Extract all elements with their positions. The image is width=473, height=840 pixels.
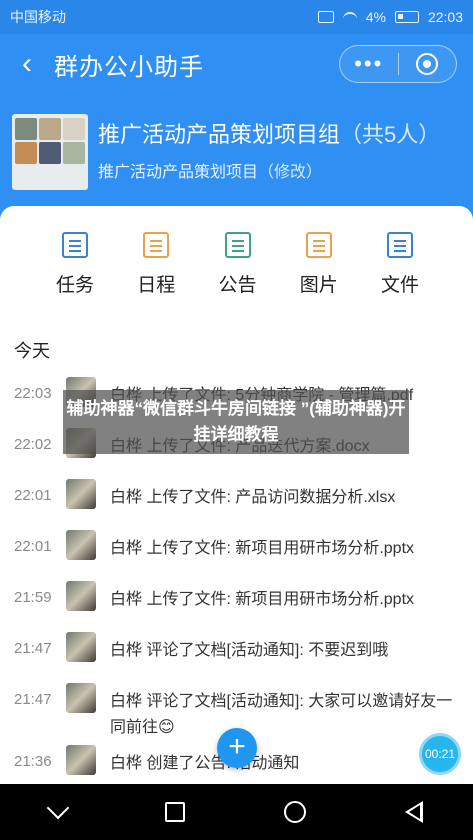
list-item[interactable]: 21:47 白桦 评论了文档[活动通知]: 不要迟到哦 [0,632,473,683]
more-button[interactable]: ••• [340,53,398,75]
tool-schedule[interactable]: 日程 [119,232,193,297]
feed-text: 白桦 创建了公告: 活动通知 [110,755,300,772]
group-description: 推广活动产品策划项目 [98,164,259,181]
avatar-tile [63,118,85,140]
avatar [66,745,96,775]
home-icon[interactable] [284,801,307,823]
feed-time: 21:59 [14,589,52,606]
task-list-icon [62,232,88,258]
recents-icon[interactable] [164,802,185,822]
tool-images[interactable]: 图片 [282,232,356,297]
list-item[interactable]: 22:01 白桦 上传了文件: 产品访问数据分析.xlsx [0,479,473,530]
watermark-overlay: 辅助神器“微信群斗牛房间链接 ”(辅助神器)开挂详细教程 [63,390,409,454]
status-icons: 4% 22:03 [317,9,463,25]
tool-label: 任务 [55,275,94,296]
carrier-label: 中国移动 [10,9,66,25]
avatar [66,581,96,611]
nav-bar: ‹ 群办公小助手 ••• [0,34,473,94]
group-header[interactable]: 推广活动产品策划项目组（共5人） 推广活动产品策划项目（修改） [12,114,462,190]
avatar-tile [39,142,61,164]
section-title-today: 今天 [14,341,50,361]
feed-time: 22:01 [14,538,52,555]
feed-time: 22:02 [14,436,52,453]
timer-badge[interactable]: 00:21 [419,733,461,775]
group-name: 推广活动产品策划项目组（共5人） [98,120,440,150]
tool-label: 图片 [299,275,338,296]
file-icon [387,232,413,258]
calendar-icon [143,232,170,258]
content-panel: 任务 日程 公告 图片 文件 今天 22:03 白桦 上传了文件: 5分钟商学院… [0,206,473,784]
tool-tasks[interactable]: 任务 [38,232,112,297]
battery-percent: 4% [365,9,386,25]
tool-label: 文件 [380,275,419,296]
list-item[interactable]: 21:59 白桦 上传了文件: 新项目用研市场分析.pptx [0,581,473,632]
status-bar: 中国移动 4% 22:03 [0,0,473,34]
avatar [66,479,96,509]
announcement-icon [224,232,251,258]
page-title: 群办公小助手 [54,53,204,81]
avatar-tile [39,118,61,140]
feed-text: 白桦 评论了文档[活动通知]: 不要迟到哦 [110,642,389,659]
feed-text: 白桦 评论了文档[活动通知]: 大家可以邀请好友一同前往😊 [110,693,453,736]
chevron-left-icon: ‹ [22,47,32,80]
avatar-tile [63,142,85,164]
clock: 22:03 [427,9,463,25]
image-icon [305,232,332,258]
add-button[interactable]: + [217,728,257,768]
group-info: 推广活动产品策划项目组（共5人） 推广活动产品策划项目（修改） [98,114,440,190]
battery-icon [394,11,419,23]
cast-icon [317,11,334,23]
avatar [66,530,96,560]
back-icon[interactable] [405,801,424,823]
feed-text: 白桦 上传了文件: 产品访问数据分析.xlsx [110,489,396,506]
tool-announcement[interactable]: 公告 [201,232,275,297]
tool-label: 公告 [218,275,257,296]
system-nav-bar [0,784,473,840]
tool-label: 日程 [137,275,176,296]
group-title: 推广活动产品策划项目组 [98,122,341,147]
feed-time: 22:03 [14,385,52,402]
feed-time: 21:47 [14,640,52,657]
feed-text: 白桦 上传了文件: 新项目用研市场分析.pptx [110,591,415,608]
back-button[interactable]: ‹ [0,34,54,94]
feed-text: 白桦 上传了文件: 新项目用研市场分析.pptx [110,540,415,557]
tool-files[interactable]: 文件 [363,232,437,297]
target-icon [416,53,439,75]
group-avatar [12,114,88,190]
avatar-tile [15,118,37,140]
avatar [66,632,96,662]
list-item[interactable]: 22:01 白桦 上传了文件: 新项目用研市场分析.pptx [0,530,473,581]
member-count: （共5人） [340,122,441,147]
feed-time: 22:01 [14,487,52,504]
avatar-tile [15,142,37,164]
avatar [66,683,96,713]
hide-keyboard-icon[interactable] [46,796,69,820]
close-miniprogram-button[interactable] [398,53,456,75]
wifi-icon [342,12,357,22]
miniprogram-capsule: ••• [339,45,457,83]
feed-time: 21:47 [14,691,52,708]
group-subtitle: 推广活动产品策划项目（修改） [98,158,440,182]
tool-grid: 任务 日程 公告 图片 文件 [0,232,473,297]
edit-link[interactable]: （修改） [258,164,322,181]
feed-time: 21:36 [14,753,52,770]
